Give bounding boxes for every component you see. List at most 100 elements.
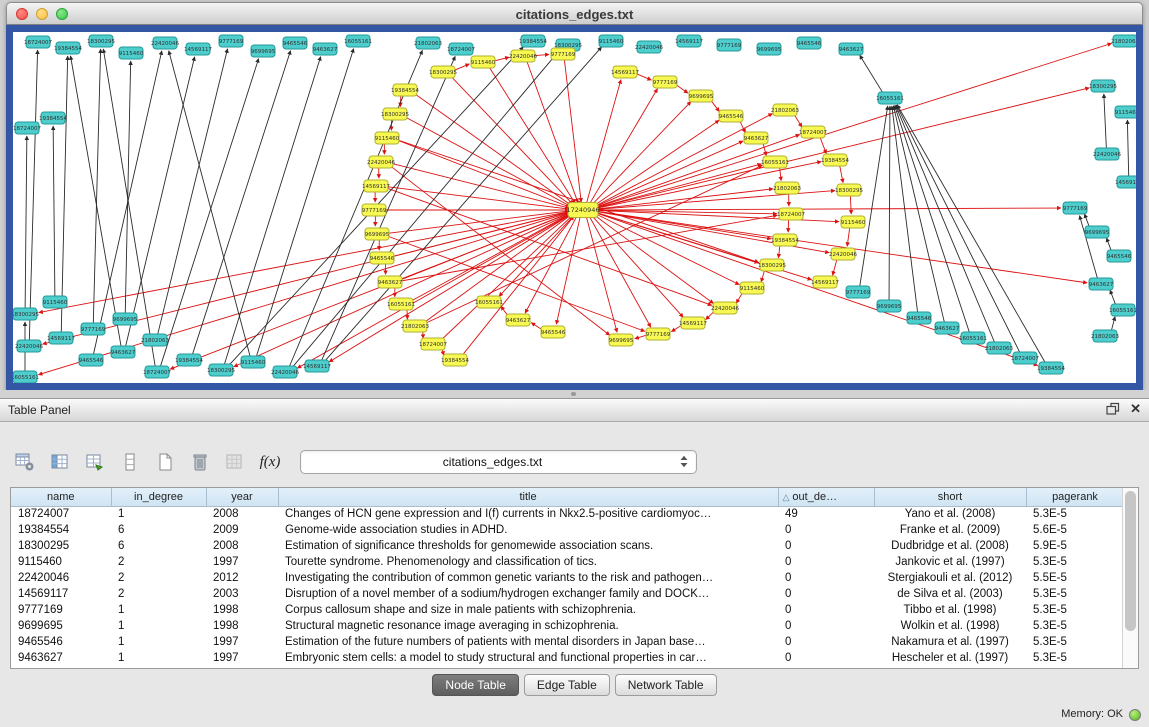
graph-node[interactable]: 9463627 (1089, 278, 1114, 290)
graph-node[interactable]: 21802063 (771, 104, 799, 116)
tab-edge-table[interactable]: Edge Table (524, 674, 610, 696)
graph-node[interactable]: 9115460 (119, 47, 144, 59)
scrollbar-thumb[interactable] (1125, 491, 1136, 631)
graph-node[interactable]: 19384554 (771, 234, 799, 246)
graph-node[interactable]: 9115460 (599, 35, 624, 47)
column-header-short[interactable]: short (874, 488, 1026, 506)
graph-node[interactable]: 9777169 (653, 76, 678, 88)
graph-node[interactable]: 9463627 (313, 43, 338, 55)
graph-node[interactable]: 21802063 (1111, 35, 1136, 47)
graph-node[interactable]: 9465546 (541, 326, 566, 338)
graph-node[interactable]: 19384554 (39, 112, 67, 124)
graph-node[interactable]: 19384554 (54, 42, 82, 54)
graph-node[interactable]: 18300295 (1089, 80, 1117, 92)
graph-node[interactable]: 9777169 (551, 48, 576, 60)
tab-node-table[interactable]: Node Table (432, 674, 519, 696)
graph-node[interactable]: 16055161 (344, 35, 372, 47)
graph-node[interactable]: 21802063 (414, 37, 442, 49)
graph-node[interactable]: 22420046 (509, 50, 537, 62)
graph-node[interactable]: 9465546 (907, 312, 932, 324)
graph-node[interactable]: 14569117 (811, 276, 839, 288)
graph-node[interactable]: 9699695 (113, 313, 138, 325)
network-table-selector[interactable]: citations_edges.txt (300, 450, 697, 474)
column-header-name[interactable]: name (11, 488, 111, 506)
window-titlebar[interactable]: citations_edges.txt (6, 2, 1143, 25)
graph-node[interactable]: 9463627 (744, 132, 769, 144)
graph-node[interactable]: 18724007 (1011, 352, 1039, 364)
graph-node[interactable]: 22420046 (1093, 148, 1121, 160)
network-canvas[interactable]: 1872400719384554183002959115460224200461… (13, 32, 1136, 383)
graph-node[interactable]: 9777169 (846, 286, 871, 298)
graph-node[interactable]: 16055161 (959, 332, 987, 344)
graph-node[interactable]: 9465546 (719, 110, 744, 122)
graph-node[interactable]: 18300295 (429, 66, 457, 78)
graph-node[interactable]: 9463627 (839, 43, 864, 55)
graph-node[interactable]: 18724007 (24, 36, 52, 48)
column-header-out_degree[interactable]: △out_de… (778, 488, 874, 506)
graph-node[interactable]: 9699695 (757, 43, 782, 55)
graph-node[interactable]: 18300295 (87, 35, 115, 47)
graph-node[interactable]: 14569117 (47, 332, 75, 344)
graph-node[interactable]: 14569117 (611, 66, 639, 78)
graph-node[interactable]: 9699695 (251, 45, 276, 57)
graph-node[interactable]: 14569117 (184, 43, 212, 55)
graph-node[interactable]: 9463627 (111, 346, 136, 358)
graph-node[interactable]: 9465546 (797, 37, 822, 49)
graph-node[interactable]: 9465546 (370, 252, 395, 264)
graph-node[interactable]: 9463627 (378, 276, 403, 288)
graph-node[interactable]: 18300295 (758, 259, 786, 271)
table-row[interactable]: 911546021997Tourette syndrome. Phenomeno… (11, 554, 1124, 570)
graph-node[interactable]: 19384554 (1037, 362, 1065, 374)
graph-node[interactable]: 19384554 (441, 354, 469, 366)
column-header-year[interactable]: year (206, 488, 278, 506)
graph-node[interactable]: 9115460 (43, 296, 68, 308)
graph-node[interactable]: 9699695 (1085, 226, 1110, 238)
graph-node[interactable]: 19384554 (821, 154, 849, 166)
graph-node[interactable]: 18724007 (143, 366, 171, 378)
table-row[interactable]: 969969511998Structural magnetic resonanc… (11, 618, 1124, 634)
graph-node[interactable]: 9777169 (219, 35, 244, 47)
graph-node[interactable]: 16055161 (13, 371, 39, 383)
graph-node[interactable]: 16055161 (387, 298, 415, 310)
graph-node[interactable]: 18300295 (835, 184, 863, 196)
function-builder-icon[interactable]: f(x) (257, 449, 283, 475)
graph-node[interactable]: 18300295 (381, 108, 409, 120)
graph-node[interactable]: 9777169 (81, 323, 106, 335)
row-height-icon[interactable] (117, 449, 143, 475)
graph-node[interactable]: 16055161 (876, 92, 904, 104)
graph-node[interactable]: 9777169 (717, 39, 742, 51)
graph-node[interactable]: 9115460 (1115, 106, 1136, 118)
close-panel-icon[interactable]: ✕ (1130, 402, 1141, 416)
column-header-title[interactable]: title (278, 488, 778, 506)
graph-node[interactable]: 19384554 (391, 84, 419, 96)
graph-node[interactable]: 9777169 (1063, 202, 1088, 214)
graph-node[interactable]: 9777169 (362, 204, 387, 216)
graph-node[interactable]: 19384554 (175, 354, 203, 366)
graph-node[interactable]: 16055161 (761, 156, 789, 168)
split-pane-divider[interactable] (0, 390, 1149, 398)
graph-node[interactable]: 18300295 (207, 364, 235, 376)
graph-node[interactable]: 21802063 (773, 182, 801, 194)
graph-node[interactable]: 21802063 (401, 320, 429, 332)
graph-node[interactable]: 21802063 (1091, 330, 1119, 342)
graph-node[interactable]: 22420046 (829, 248, 857, 260)
graph-node[interactable]: 9115460 (471, 56, 496, 68)
column-header-in_degree[interactable]: in_degree (111, 488, 206, 506)
table-vertical-scrollbar[interactable] (1122, 488, 1138, 668)
column-header-pagerank[interactable]: pagerank (1026, 488, 1124, 506)
graph-node[interactable]: 18724007 (13, 122, 41, 134)
graph-node[interactable]: 22420046 (151, 37, 179, 49)
graph-node[interactable]: 21802063 (985, 342, 1013, 354)
graph-node[interactable]: 9115460 (241, 356, 266, 368)
graph-node[interactable]: 14569117 (1115, 176, 1136, 188)
graph-node[interactable]: 16055161 (1109, 304, 1136, 316)
graph-node[interactable]: 9115460 (841, 216, 866, 228)
table-row[interactable]: 1938455462009Genome-wide association stu… (11, 522, 1124, 538)
graph-node[interactable]: 18724007 (447, 43, 475, 55)
import-table-icon[interactable] (222, 449, 248, 475)
graph-node[interactable]: 22420046 (367, 156, 395, 168)
graph-node[interactable]: 9699695 (609, 334, 634, 346)
graph-node[interactable]: 9463627 (506, 314, 531, 326)
graph-node[interactable]: 9699695 (877, 300, 902, 312)
graph-node[interactable]: 18724007 (419, 338, 447, 350)
